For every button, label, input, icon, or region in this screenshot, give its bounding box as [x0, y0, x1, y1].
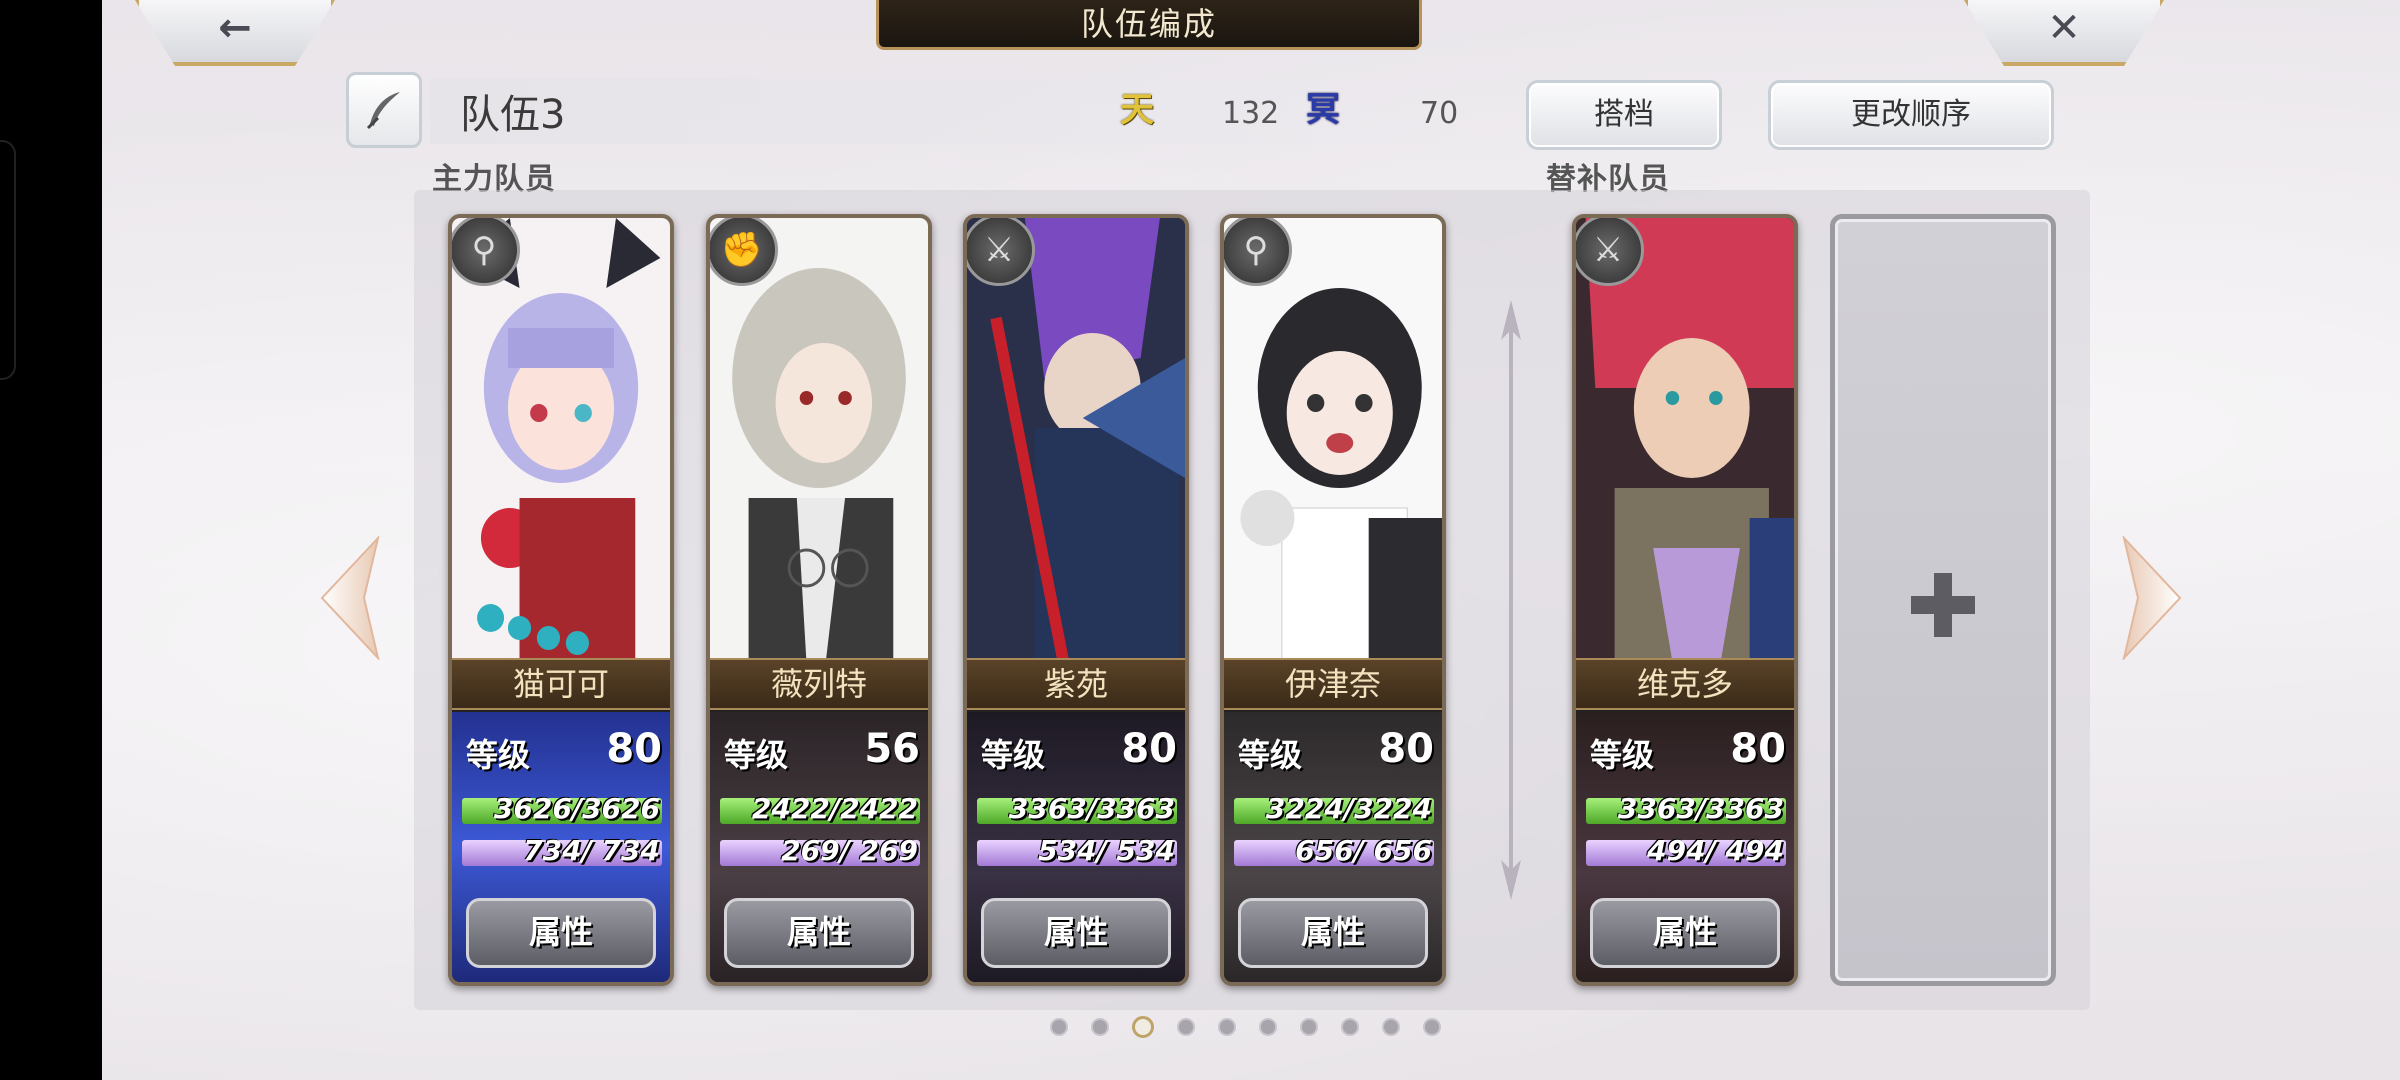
level-label: 等级	[981, 736, 1046, 774]
hell-value: 70	[1420, 96, 1459, 131]
member-stats: 等级 80 3224/3224 656/ 656 属性	[1224, 712, 1442, 982]
level-value: 80	[1378, 726, 1434, 772]
sword-icon: ⚔	[967, 218, 1035, 286]
substitute-card[interactable]: ⚔ 维克多 等级 80 3363/3363 494/ 494 属性	[1572, 214, 1798, 986]
page-dot[interactable]	[1341, 1018, 1359, 1036]
level-label: 等级	[1238, 736, 1303, 774]
level-value: 80	[606, 726, 662, 772]
member-name: 紫苑	[967, 658, 1185, 710]
page-dot[interactable]	[1091, 1018, 1109, 1036]
page-dot[interactable]	[1300, 1018, 1318, 1036]
member-card[interactable]: ⚲ 伊津奈 等级 80 3224/3224 656/ 656 属性	[1220, 214, 1446, 986]
page-dot[interactable]	[1132, 1016, 1154, 1038]
attribute-button[interactable]: 属性	[1590, 898, 1780, 968]
level-label: 等级	[466, 736, 531, 774]
phone-notch	[0, 140, 16, 380]
member-name: 猫可可	[452, 658, 670, 710]
mp-value: 534/ 534	[1038, 834, 1175, 867]
page-dot[interactable]	[1218, 1018, 1236, 1036]
member-card[interactable]: ⚔ 紫苑 等级 80 3363/3363 534/ 534 属性	[963, 214, 1189, 986]
member-name: 维克多	[1576, 658, 1794, 710]
level-value: 80	[1730, 726, 1786, 772]
edit-team-name-button[interactable]	[346, 72, 422, 148]
level-value: 80	[1121, 726, 1177, 772]
hell-icon: 冥	[1306, 90, 1340, 130]
staff-icon: ⚲	[1224, 218, 1292, 286]
member-stats: 等级 56 2422/2422 269/ 269 属性	[710, 712, 928, 982]
mp-bar: 494/ 494	[1586, 834, 1786, 867]
section-divider	[1501, 300, 1521, 900]
quill-pen-icon	[366, 92, 400, 130]
page-dot[interactable]	[1177, 1018, 1195, 1036]
mp-bar: 534/ 534	[977, 834, 1177, 867]
team-name: 队伍3	[460, 92, 566, 138]
page-dot[interactable]	[1423, 1018, 1441, 1036]
member-card[interactable]: ⚲ 猫可可 等级 80 3626/3626 734/ 734 属性	[448, 214, 674, 986]
heaven-icon: 天	[1120, 90, 1154, 130]
next-page-arrow-icon[interactable]	[2120, 536, 2184, 660]
close-icon: ✕	[2047, 5, 2081, 51]
hp-value: 3224/3224	[1265, 792, 1432, 825]
hp-bar: 3363/3363	[1586, 792, 1786, 825]
heaven-value: 132	[1222, 96, 1280, 131]
staff-icon: ⚲	[452, 218, 520, 286]
change-order-button[interactable]: 更改顺序	[1768, 80, 2054, 150]
page-dot[interactable]	[1259, 1018, 1277, 1036]
mp-bar: 269/ 269	[720, 834, 920, 867]
mp-value: 269/ 269	[781, 834, 918, 867]
page-indicator	[1050, 1016, 1450, 1042]
mp-value: 734/ 734	[523, 834, 660, 867]
hp-bar: 2422/2422	[720, 792, 920, 825]
level-label: 等级	[724, 736, 789, 774]
hp-value: 3626/3626	[493, 792, 660, 825]
page-dot[interactable]	[1382, 1018, 1400, 1036]
hp-bar: 3363/3363	[977, 792, 1177, 825]
level-label: 等级	[1590, 736, 1655, 774]
attribute-button[interactable]: 属性	[1238, 898, 1428, 968]
member-stats: 等级 80 3626/3626 734/ 734 属性	[452, 712, 670, 982]
add-member-slot[interactable]	[1830, 214, 2056, 986]
hp-value: 3363/3363	[1008, 792, 1175, 825]
page-dot[interactable]	[1050, 1018, 1068, 1036]
partner-button[interactable]: 搭档	[1526, 80, 1722, 150]
hp-value: 3363/3363	[1617, 792, 1784, 825]
hp-bar: 3626/3626	[462, 792, 662, 825]
member-stats: 等级 80 3363/3363 494/ 494 属性	[1576, 712, 1794, 982]
sword-icon: ⚔	[1576, 218, 1644, 286]
back-arrow-icon: ←	[218, 5, 252, 51]
attribute-button[interactable]: 属性	[724, 898, 914, 968]
plus-icon	[1911, 573, 1975, 637]
attribute-button[interactable]: 属性	[981, 898, 1171, 968]
hp-bar: 3224/3224	[1234, 792, 1434, 825]
hp-value: 2422/2422	[751, 792, 918, 825]
member-name: 伊津奈	[1224, 658, 1442, 710]
mp-value: 656/ 656	[1295, 834, 1432, 867]
member-stats: 等级 80 3363/3363 534/ 534 属性	[967, 712, 1185, 982]
fist-icon: ✊	[710, 218, 778, 286]
member-card[interactable]: ✊ 薇列特 等级 56 2422/2422 269/ 269 属性	[706, 214, 932, 986]
mp-bar: 734/ 734	[462, 834, 662, 867]
page-title: 队伍编成	[876, 0, 1422, 50]
attribute-button[interactable]: 属性	[466, 898, 656, 968]
level-value: 56	[864, 726, 920, 772]
prev-page-arrow-icon[interactable]	[318, 536, 382, 660]
mp-bar: 656/ 656	[1234, 834, 1434, 867]
mp-value: 494/ 494	[1647, 834, 1784, 867]
member-name: 薇列特	[710, 658, 928, 710]
